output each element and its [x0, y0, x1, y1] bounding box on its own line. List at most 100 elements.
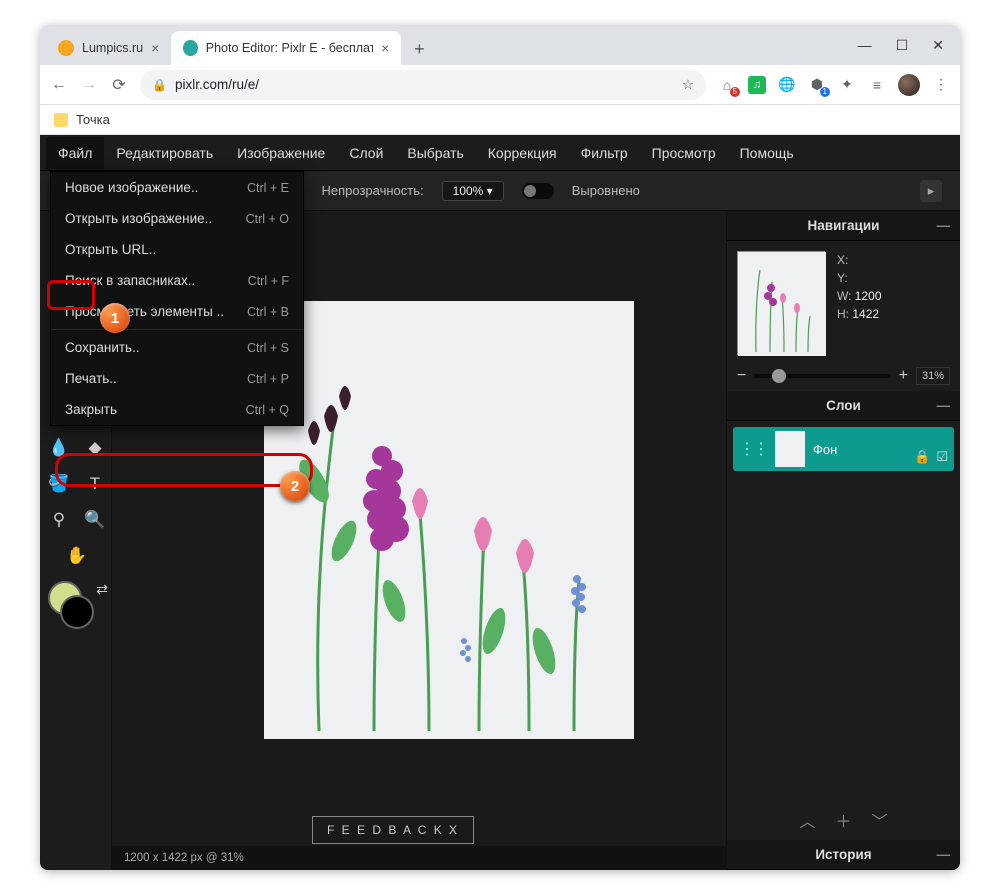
collapse-icon[interactable]: — — [937, 398, 951, 413]
tool-zoom-icon[interactable]: 🔍 — [80, 505, 110, 535]
panel-header-layers[interactable]: Слои — — [727, 391, 960, 421]
url-text: pixlr.com/ru/e/ — [175, 77, 259, 92]
menu-filter[interactable]: Фильтр — [569, 137, 640, 169]
opacity-label: Непрозрачность: — [322, 183, 424, 198]
layers-panel: ⋮⋮ Фон 🔒 ☑ — [727, 421, 960, 477]
layer-row[interactable]: ⋮⋮ Фон 🔒 ☑ — [733, 427, 954, 471]
menu-item-open-url[interactable]: Открыть URL.. — [51, 234, 303, 265]
annotation-highlight-file — [47, 280, 95, 310]
app-menubar: Файл Редактировать Изображение Слой Выбр… — [40, 135, 960, 171]
color-swatches[interactable]: ⇄ — [44, 581, 110, 635]
menu-edit[interactable]: Редактировать — [104, 137, 225, 169]
tab-strip: Lumpics.ru × Photo Editor: Pixlr E - бес… — [46, 31, 433, 65]
address-bar: ← → ⟳ 🔒 pixlr.com/ru/e/ ☆ ⌂5 ♫ 🌐 ⬢1 ✦ ≡ … — [40, 65, 960, 105]
collapse-icon[interactable]: — — [937, 218, 951, 233]
annotation-highlight-save — [55, 453, 313, 487]
navigation-panel: X: Y: W: 1200 H: 1422 — [727, 241, 960, 361]
ext-globe-icon[interactable]: 🌐 — [778, 76, 796, 94]
visibility-icon[interactable]: ☑ — [936, 449, 948, 465]
zoom-slider-row: − + 31% — [727, 361, 960, 391]
canvas-image[interactable] — [264, 301, 634, 739]
opacity-value[interactable]: 100% ▾ — [442, 181, 504, 201]
flowers-image — [264, 301, 634, 739]
ext-music-icon[interactable]: ♫ — [748, 76, 766, 94]
ext-shield-icon[interactable]: ⌂5 — [718, 76, 736, 94]
close-window-icon[interactable]: ✕ — [932, 37, 944, 54]
menu-image[interactable]: Изображение — [225, 137, 337, 169]
panel-header-navigation[interactable]: Навигации — — [727, 211, 960, 241]
ext-cube-icon[interactable]: ⬢1 — [808, 76, 826, 94]
menu-adjust[interactable]: Коррекция — [476, 137, 569, 169]
tab-pixlr[interactable]: Photo Editor: Pixlr E - бесплатны × — [171, 31, 401, 65]
extensions: ⌂5 ♫ 🌐 ⬢1 ✦ ≡ ⋮ — [718, 74, 950, 96]
maximize-icon[interactable]: ☐ — [896, 37, 909, 54]
drag-grip-icon[interactable]: ⋮⋮ — [739, 439, 767, 459]
menu-separator — [51, 329, 303, 330]
menu-layer[interactable]: Слой — [337, 137, 395, 169]
annotation-badge-1: 1 — [100, 303, 130, 333]
zoom-in-icon[interactable]: + — [899, 367, 908, 385]
favicon-icon — [183, 40, 197, 56]
omnibox[interactable]: 🔒 pixlr.com/ru/e/ ☆ — [140, 70, 706, 100]
menu-select[interactable]: Выбрать — [395, 137, 475, 169]
tab-lumpics[interactable]: Lumpics.ru × — [46, 31, 171, 65]
lock-icon[interactable]: 🔒 — [914, 449, 930, 465]
menu-file[interactable]: Файл — [46, 137, 104, 169]
close-icon[interactable]: × — [381, 40, 389, 56]
right-panels: Навигации — X: Y: W: 1200 — [726, 211, 960, 870]
nav-meta: X: Y: W: 1200 H: 1422 — [837, 251, 882, 355]
profile-avatar[interactable] — [898, 74, 920, 96]
ext-list-icon[interactable]: ≡ — [868, 76, 886, 94]
status-bar: 1200 x 1422 px @ 31% — [112, 846, 726, 870]
nav-thumbnail[interactable] — [737, 251, 825, 355]
window-controls: — ☐ ✕ — [858, 37, 954, 54]
layer-up-icon[interactable]: ︿ — [799, 808, 815, 832]
back-icon[interactable]: ← — [50, 76, 68, 94]
titlebar: Lumpics.ru × Photo Editor: Pixlr E - бес… — [40, 25, 960, 65]
zoom-value[interactable]: 31% — [916, 367, 950, 385]
favicon-icon — [58, 40, 74, 56]
zoom-out-icon[interactable]: − — [737, 367, 746, 385]
kebab-icon[interactable]: ⋮ — [932, 76, 950, 94]
menu-item-new[interactable]: Новое изображение..Ctrl + E — [51, 172, 303, 203]
close-icon[interactable]: × — [151, 40, 159, 56]
menu-item-save[interactable]: Сохранить..Ctrl + S — [51, 332, 303, 363]
menu-item-print[interactable]: Печать..Ctrl + P — [51, 363, 303, 394]
menu-item-open[interactable]: Открыть изображение..Ctrl + O — [51, 203, 303, 234]
layer-ops: ︿ ＋ ﹀ — [727, 800, 960, 840]
tab-title: Photo Editor: Pixlr E - бесплатны — [206, 41, 373, 55]
forward-icon[interactable]: → — [80, 76, 98, 94]
swap-colors-icon[interactable]: ⇄ — [96, 581, 108, 598]
tool-eyedropper-icon[interactable]: ⚲ — [44, 505, 74, 535]
folder-icon — [54, 113, 68, 127]
panel-toggle-icon[interactable]: ▸ — [920, 180, 942, 202]
new-tab-button[interactable]: + — [405, 35, 433, 63]
tool-hand2-icon[interactable]: ✋ — [62, 541, 92, 571]
status-text: 1200 x 1422 px @ 31% — [124, 852, 244, 864]
aligned-toggle[interactable] — [522, 183, 554, 199]
pixlr-app: 1 2 Файл Редактировать Изображение Слой … — [40, 135, 960, 870]
reload-icon[interactable]: ⟳ — [110, 75, 128, 95]
layer-down-icon[interactable]: ﹀ — [872, 808, 888, 832]
layer-add-icon[interactable]: ＋ — [835, 808, 851, 832]
layer-name: Фон — [813, 442, 906, 457]
browser-window: Lumpics.ru × Photo Editor: Pixlr E - бес… — [40, 25, 960, 870]
background-color[interactable] — [60, 595, 94, 629]
collapse-icon[interactable]: — — [937, 847, 951, 862]
zoom-slider[interactable] — [754, 374, 890, 378]
layer-thumbnail — [775, 431, 805, 467]
feedback-button[interactable]: F E E D B A C K X — [312, 816, 474, 844]
tab-title: Lumpics.ru — [82, 41, 143, 55]
aligned-label: Выровнено — [572, 183, 640, 198]
star-icon[interactable]: ☆ — [682, 77, 694, 93]
panel-header-history[interactable]: История — — [727, 840, 960, 870]
menu-view[interactable]: Просмотр — [640, 137, 728, 169]
bookmark-item[interactable]: Точка — [76, 112, 110, 127]
bookmarks-bar: Точка — [40, 105, 960, 135]
annotation-badge-2: 2 — [280, 471, 310, 501]
minimize-icon[interactable]: — — [858, 37, 872, 54]
ext-puzzle-icon[interactable]: ✦ — [838, 76, 856, 94]
menu-item-close[interactable]: ЗакрытьCtrl + Q — [51, 394, 303, 425]
menu-help[interactable]: Помощь — [728, 137, 806, 169]
lock-icon: 🔒 — [152, 78, 167, 92]
